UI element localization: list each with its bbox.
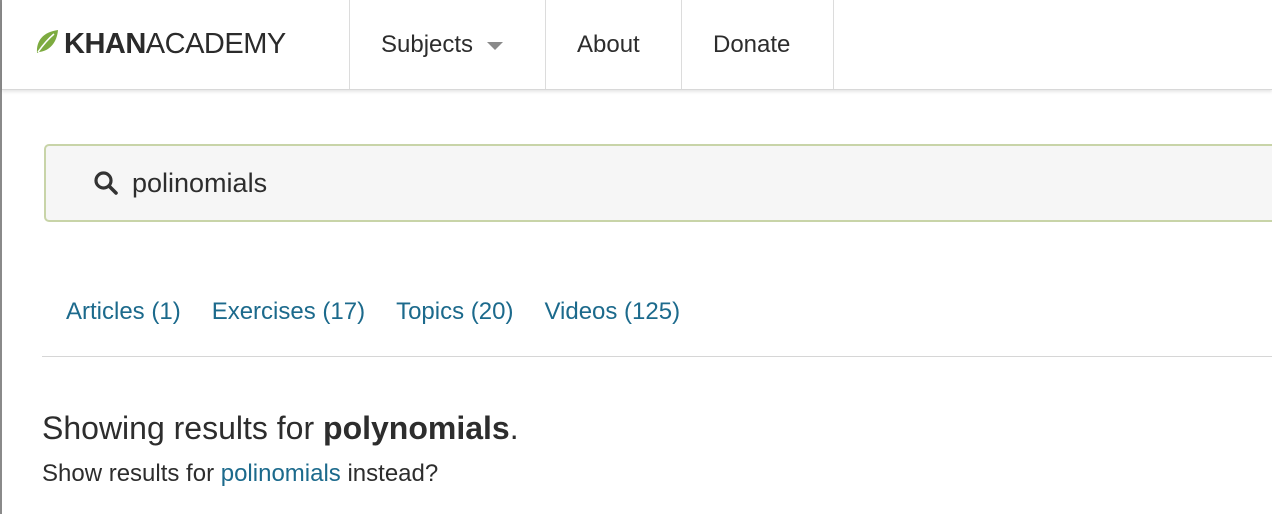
tab-exercises[interactable]: Exercises (17) bbox=[212, 290, 365, 326]
corrected-search-term: polynomials bbox=[323, 410, 510, 446]
search-box[interactable] bbox=[44, 144, 1272, 222]
top-header: KHAN ACADEMY Subjects About Donate bbox=[2, 0, 1272, 90]
logo-text-academy: ACADEMY bbox=[145, 28, 286, 60]
logo-text-khan: KHAN bbox=[64, 28, 146, 60]
result-type-tabs: Articles (1) Exercises (17) Topics (20) … bbox=[42, 290, 1272, 357]
alt-prefix: Show results for bbox=[42, 460, 221, 487]
original-query-suggestion: Show results for polinomials instead? bbox=[42, 460, 438, 488]
search-icon bbox=[92, 169, 120, 197]
original-query-link[interactable]: polinomials bbox=[221, 460, 341, 487]
tab-videos[interactable]: Videos (125) bbox=[544, 290, 680, 326]
search-input[interactable] bbox=[132, 167, 1132, 199]
nav-about-link[interactable]: About bbox=[546, 0, 682, 89]
nav-subjects-dropdown[interactable]: Subjects bbox=[350, 0, 546, 89]
results-heading-prefix: Showing results for bbox=[42, 410, 324, 446]
nav-donate-link[interactable]: Donate bbox=[682, 0, 834, 89]
khan-academy-logo[interactable]: KHAN ACADEMY bbox=[2, 0, 350, 89]
nav-donate-label: Donate bbox=[713, 30, 791, 58]
nav-about-label: About bbox=[577, 30, 640, 58]
nav-subjects-label: Subjects bbox=[381, 30, 474, 58]
results-heading-suffix: . bbox=[509, 410, 519, 446]
chevron-down-icon bbox=[487, 42, 504, 50]
alt-suffix: instead? bbox=[340, 460, 439, 487]
leaf-icon bbox=[34, 28, 64, 61]
tab-topics[interactable]: Topics (20) bbox=[396, 290, 513, 326]
tab-articles[interactable]: Articles (1) bbox=[66, 290, 181, 326]
results-heading: Showing results for polynomials. bbox=[42, 410, 519, 447]
